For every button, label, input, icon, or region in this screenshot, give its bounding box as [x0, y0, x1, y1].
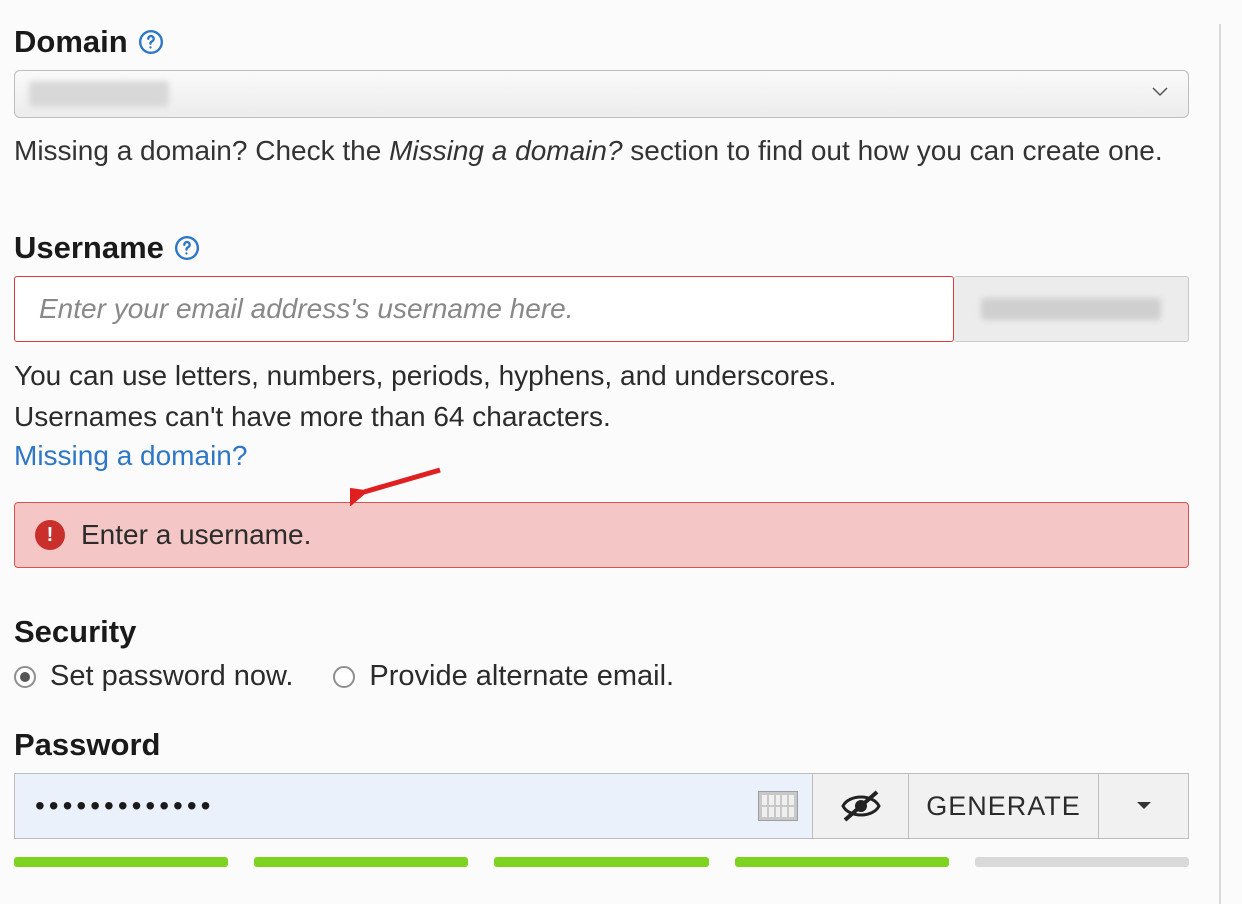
generate-label: GENERATE — [926, 791, 1081, 822]
password-value-masked: ••••••••••••• — [35, 790, 214, 822]
username-label-text: Username — [14, 230, 164, 266]
annotation-arrow-icon — [350, 462, 450, 506]
password-strength-meter — [14, 857, 1189, 867]
username-hint-1: You can use letters, numbers, periods, h… — [14, 356, 1205, 395]
radio-label: Set password now. — [50, 660, 293, 693]
security-label-text: Security — [14, 614, 136, 650]
username-domain-suffix — [954, 276, 1189, 342]
radio-provide-alternate-email[interactable]: Provide alternate email. — [333, 660, 674, 693]
chevron-down-icon — [1152, 85, 1168, 103]
strength-segment — [494, 857, 708, 867]
password-label: Password — [14, 727, 1205, 763]
virtual-keyboard-icon[interactable] — [758, 791, 798, 821]
security-label: Security — [14, 614, 1205, 650]
domain-suffix-redacted — [981, 298, 1161, 320]
username-error-text: Enter a username. — [81, 519, 311, 551]
strength-segment — [975, 857, 1189, 867]
radio-set-password-now[interactable]: Set password now. — [14, 660, 293, 693]
strength-segment — [735, 857, 949, 867]
domain-help-em: Missing a domain? — [389, 135, 622, 166]
domain-help-prefix: Missing a domain? Check the — [14, 135, 389, 166]
domain-select[interactable] — [14, 70, 1189, 118]
radio-label: Provide alternate email. — [369, 660, 674, 693]
domain-value-redacted — [29, 81, 169, 107]
help-icon[interactable] — [174, 235, 200, 261]
generate-options-dropdown[interactable] — [1099, 773, 1189, 839]
username-error-alert: ! Enter a username. — [14, 502, 1189, 568]
username-input[interactable] — [14, 276, 954, 342]
domain-label-text: Domain — [14, 24, 128, 60]
domain-help-suffix: section to find out how you can create o… — [623, 135, 1163, 166]
error-icon: ! — [35, 520, 65, 550]
radio-icon — [333, 666, 355, 688]
strength-segment — [14, 857, 228, 867]
chevron-down-icon — [1135, 800, 1153, 812]
password-input[interactable]: ••••••••••••• — [14, 773, 813, 839]
generate-password-button[interactable]: GENERATE — [909, 773, 1099, 839]
domain-help-text: Missing a domain? Check the Missing a do… — [14, 132, 1205, 170]
help-icon[interactable] — [138, 29, 164, 55]
password-label-text: Password — [14, 727, 160, 763]
radio-icon — [14, 666, 36, 688]
username-hint-2: Usernames can't have more than 64 charac… — [14, 397, 1205, 436]
strength-segment — [254, 857, 468, 867]
eye-off-icon — [839, 788, 883, 824]
missing-domain-link[interactable]: Missing a domain? — [14, 440, 247, 472]
domain-label: Domain — [14, 24, 1205, 60]
toggle-password-visibility-button[interactable] — [813, 773, 909, 839]
username-label: Username — [14, 230, 1205, 266]
